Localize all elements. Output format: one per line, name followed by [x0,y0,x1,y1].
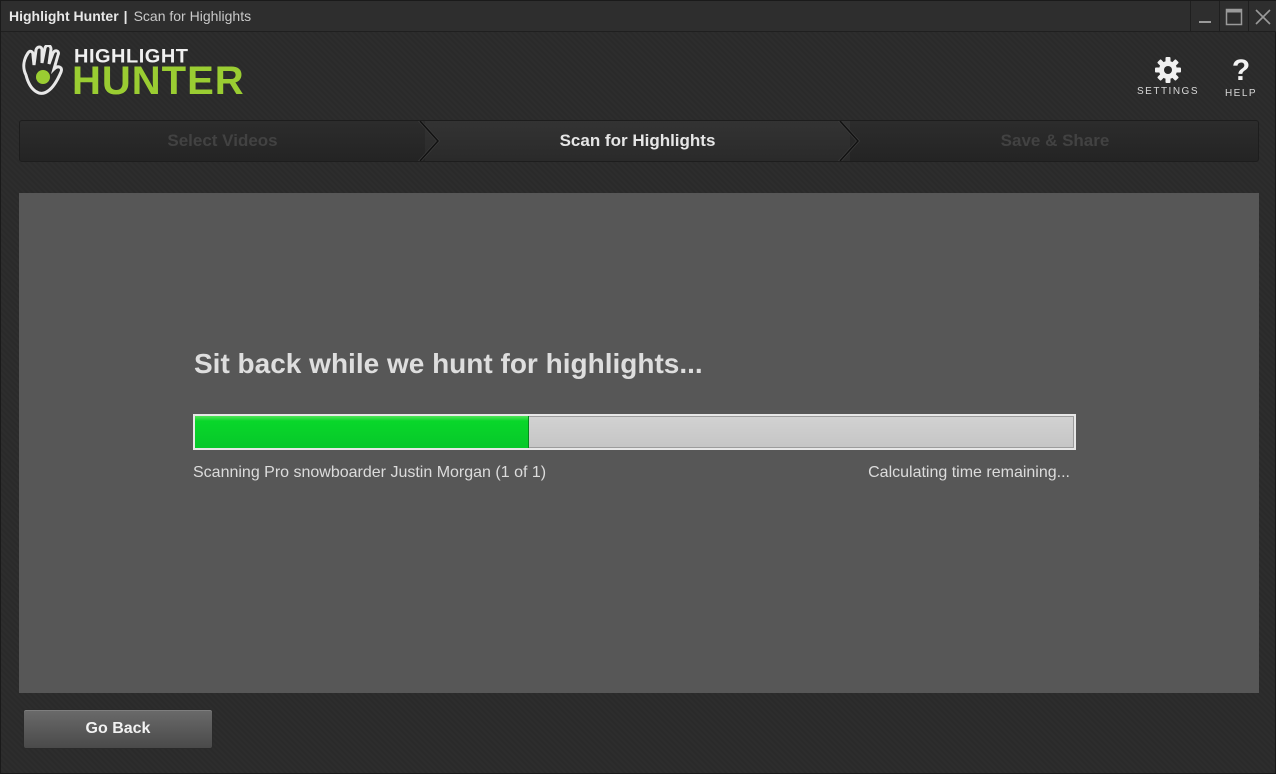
time-remaining-text: Calculating time remaining... [868,464,1070,481]
hand-logo-icon [22,45,63,95]
step-divider-arrow [418,121,440,161]
app-window: Highlight Hunter | Scan for Highlights H… [0,0,1276,774]
step-divider-arrow [838,121,860,161]
step-label: Select Videos [167,131,278,150]
help-button[interactable]: ? HELP [1222,54,1260,100]
step-select-videos[interactable]: Select Videos [20,121,425,161]
maximize-icon [1225,8,1243,25]
scan-progress-bar [193,414,1076,450]
scan-status-text: Scanning Pro snowboarder Justin Morgan (… [193,464,547,481]
title-bar: Highlight Hunter | Scan for Highlights [1,1,1276,32]
settings-label: SETTINGS [1137,86,1200,97]
scan-panel: Sit back while we hunt for highlights...… [19,193,1259,693]
title-separator: | [123,8,128,24]
window-app-name: Highlight Hunter [9,8,119,24]
window-controls [1190,1,1276,32]
window-page-name: Scan for Highlights [133,8,252,24]
maximize-button[interactable] [1219,1,1248,32]
settings-button[interactable]: SETTINGS [1137,56,1199,97]
close-icon [1255,8,1271,25]
wizard-steps: Select Videos Scan for Highlights Save &… [19,120,1259,162]
scan-headline: Sit back while we hunt for highlights... [194,348,703,379]
minimize-icon [1199,20,1211,23]
scan-progress-fill [195,416,530,448]
app-logo: HIGHLIGHT HUNTER [18,45,303,103]
step-label: Scan for Highlights [559,131,716,150]
step-scan-for-highlights[interactable]: Scan for Highlights [425,121,850,161]
step-save-and-share[interactable]: Save & Share [850,121,1258,161]
question-mark-icon: ? [1231,54,1251,87]
go-back-button[interactable]: Go Back [23,709,213,749]
logo-word-hunter: HUNTER [72,59,245,103]
minimize-button[interactable] [1190,1,1219,32]
step-label: Save & Share [1000,131,1110,150]
gear-icon [1155,57,1181,83]
help-label: HELP [1224,88,1258,99]
close-button[interactable] [1248,1,1276,32]
